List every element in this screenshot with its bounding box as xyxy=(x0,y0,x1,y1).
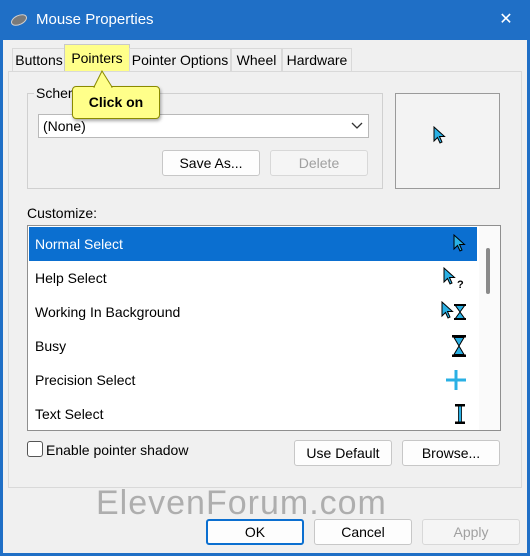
scheme-dropdown-value: (None) xyxy=(43,118,86,134)
list-item-label: Working In Background xyxy=(35,304,181,320)
tab-pointers[interactable]: Pointers xyxy=(64,44,130,72)
list-item-label: Normal Select xyxy=(35,236,123,252)
cancel-button[interactable]: Cancel xyxy=(314,519,412,545)
tab-pointer-options[interactable]: Pointer Options xyxy=(129,48,231,71)
enable-shadow-checkbox[interactable] xyxy=(27,441,43,457)
save-as-button[interactable]: Save As... xyxy=(162,150,260,176)
click-on-callout: Click on xyxy=(72,86,160,119)
callout-pointer xyxy=(93,70,113,88)
working-pointer-icon xyxy=(441,295,467,329)
close-button[interactable]: ✕ xyxy=(494,9,518,31)
callout-text: Click on xyxy=(88,94,144,110)
list-item-precision-select[interactable]: Precision Select xyxy=(29,363,477,397)
list-item-normal-select[interactable]: Normal Select xyxy=(29,227,477,261)
help-pointer-icon: ? xyxy=(443,261,467,295)
arrow-pointer-icon xyxy=(453,227,467,261)
enable-shadow-label[interactable]: Enable pointer shadow xyxy=(46,442,188,458)
scrollbar-thumb[interactable] xyxy=(486,248,490,294)
apply-button[interactable]: Apply xyxy=(422,519,520,545)
list-item-working-in-background[interactable]: Working In Background xyxy=(29,295,477,329)
list-item-text-select[interactable]: Text Select xyxy=(29,397,477,431)
customize-label: Customize: xyxy=(27,205,98,221)
title-bar: Mouse Properties ✕ xyxy=(0,0,530,40)
browse-button[interactable]: Browse... xyxy=(402,440,500,466)
list-item-label: Text Select xyxy=(35,406,104,422)
window-title: Mouse Properties xyxy=(36,11,154,28)
list-item-label: Precision Select xyxy=(35,372,136,388)
list-item-label: Help Select xyxy=(35,270,107,286)
pointer-preview xyxy=(395,93,500,189)
crosshair-icon xyxy=(445,363,467,397)
hourglass-icon xyxy=(451,329,467,363)
list-scrollbar[interactable] xyxy=(479,226,500,430)
list-item-busy[interactable]: Busy xyxy=(29,329,477,363)
chevron-down-icon xyxy=(351,122,363,129)
ok-button[interactable]: OK xyxy=(206,519,304,545)
use-default-button[interactable]: Use Default xyxy=(294,440,392,466)
watermark: ElevenForum.com xyxy=(96,484,387,522)
list-item-help-select[interactable]: Help Select ? xyxy=(29,261,477,295)
svg-text:?: ? xyxy=(457,279,464,289)
delete-button[interactable]: Delete xyxy=(270,150,368,176)
text-beam-icon xyxy=(453,397,467,431)
tab-wheel[interactable]: Wheel xyxy=(231,48,282,71)
list-item-label: Busy xyxy=(35,338,67,354)
arrow-pointer-icon xyxy=(433,126,446,144)
mouse-app-icon xyxy=(11,14,27,26)
tab-buttons[interactable]: Buttons xyxy=(12,48,66,71)
tab-hardware[interactable]: Hardware xyxy=(282,48,352,71)
